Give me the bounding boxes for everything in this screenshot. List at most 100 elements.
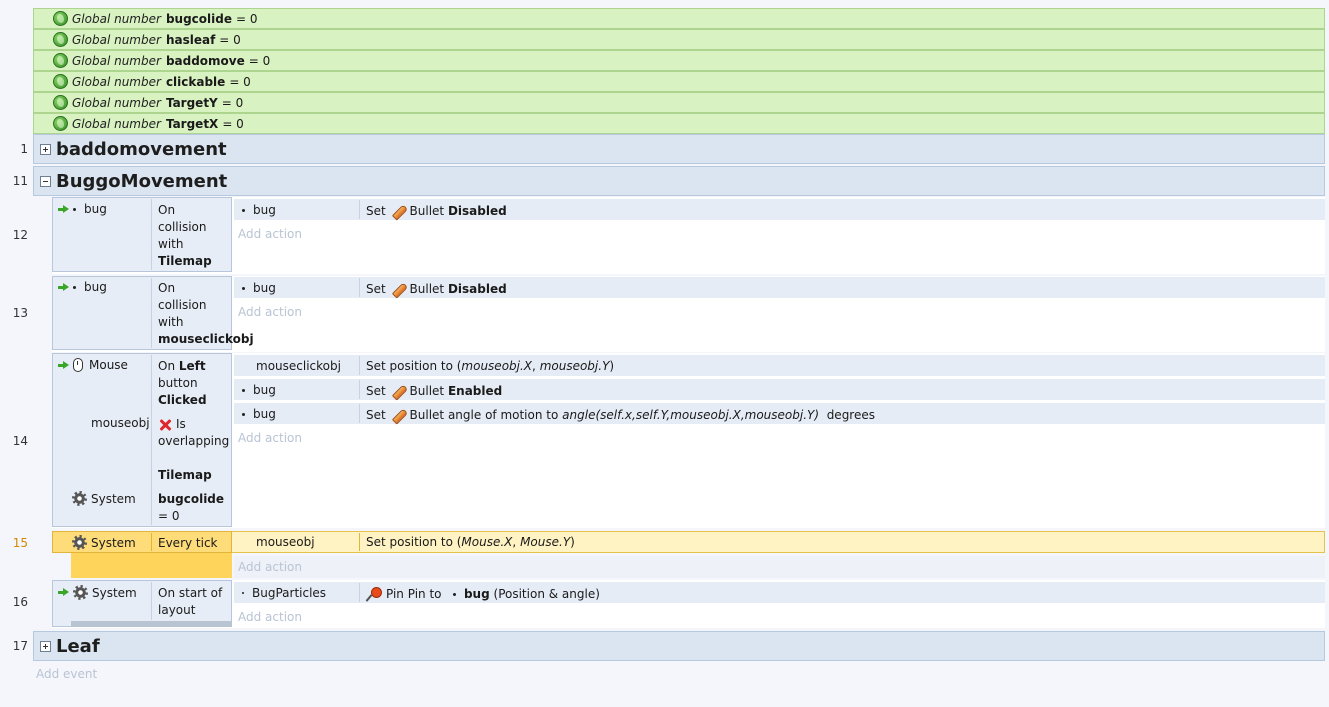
action-object[interactable]: bug xyxy=(242,203,276,217)
bullet-behavior-icon xyxy=(390,383,406,399)
action-text[interactable]: Set position to ( mouseobj.X , mouseobj.… xyxy=(366,359,614,373)
object-name: mouseobj xyxy=(256,535,315,549)
action-text[interactable]: Set Bullet Disabled xyxy=(366,203,507,219)
object-name: Mouse xyxy=(89,358,128,372)
cond-line: On xyxy=(158,359,176,373)
var-name: hasleaf xyxy=(165,32,216,47)
divider xyxy=(151,582,152,620)
var-name: baddomove xyxy=(165,53,245,68)
punct: ) xyxy=(609,359,615,373)
var-type: Global number xyxy=(72,11,161,26)
add-action-link[interactable]: Add action xyxy=(238,431,302,445)
expr: mouseobj.Y xyxy=(539,359,610,373)
cond-param: mouseclickobj xyxy=(158,332,254,346)
divider xyxy=(359,356,360,375)
condition-object[interactable]: System xyxy=(58,585,137,600)
add-action-link[interactable]: Add action xyxy=(238,560,302,574)
var-type: Global number xyxy=(72,32,161,47)
var-value: = 0 xyxy=(229,74,251,89)
condition-text[interactable]: Is overlapping Tilemap xyxy=(158,416,230,484)
global-var-row[interactable]: Global number hasleaf = 0 xyxy=(33,29,1325,50)
condition-text[interactable]: Every tick xyxy=(158,535,218,552)
add-event-link[interactable]: Add event xyxy=(36,667,97,681)
global-var-row[interactable]: Global number TargetX = 0 xyxy=(33,113,1325,134)
selected-event-row[interactable] xyxy=(52,531,1325,553)
object-name: BugParticles xyxy=(252,586,327,600)
behavior-name: Bullet angle of motion to xyxy=(409,408,559,422)
sprite-icon xyxy=(242,286,245,290)
expand-icon[interactable] xyxy=(40,640,51,652)
action-text[interactable]: Set Bullet Enabled xyxy=(366,383,502,399)
cond-line: with xyxy=(158,315,184,329)
punct: , xyxy=(532,359,536,373)
var-value: = 0 xyxy=(248,53,271,68)
group-title: BuggoMovement xyxy=(56,170,228,192)
action-value: Disabled xyxy=(447,282,507,296)
action-verb: Set xyxy=(366,282,386,296)
object-name: System xyxy=(91,491,136,506)
bullet-behavior-icon xyxy=(390,203,406,219)
add-action-link[interactable]: Add action xyxy=(238,305,302,319)
group-buggomovement[interactable]: BuggoMovement xyxy=(33,166,1325,196)
globe-icon xyxy=(53,95,68,110)
line-number: 16 xyxy=(12,595,28,609)
condition-object[interactable]: mouseobj xyxy=(91,416,150,430)
var-name: TargetX xyxy=(165,116,219,131)
mouse-icon xyxy=(73,358,83,372)
condition-text[interactable]: On start of layout xyxy=(158,585,230,619)
condition-object[interactable]: bug xyxy=(58,202,107,216)
selected-condition-area[interactable] xyxy=(71,553,232,578)
behavior-name: Bullet xyxy=(409,204,445,218)
var-type: Global number xyxy=(72,74,161,89)
add-action-link[interactable]: Add action xyxy=(238,227,302,241)
action-object[interactable]: bug xyxy=(242,383,276,397)
condition-text[interactable]: bugcolide = 0 xyxy=(158,491,230,525)
group-leaf[interactable]: Leaf xyxy=(33,631,1325,661)
line-number: 17 xyxy=(12,639,28,653)
action-object[interactable]: mouseclickobj xyxy=(256,359,341,373)
action-object[interactable]: bug xyxy=(242,281,276,295)
var-value: = 0 xyxy=(235,11,258,26)
collapse-icon[interactable] xyxy=(40,175,51,187)
expand-icon[interactable] xyxy=(40,143,51,155)
action-verb: Set xyxy=(366,384,386,398)
global-var-row[interactable]: Global number baddomove = 0 xyxy=(33,50,1325,71)
divider xyxy=(359,200,360,219)
action-text[interactable]: Set Bullet angle of motion to angle(self… xyxy=(366,407,875,423)
cond-line: Is xyxy=(176,417,186,431)
global-var-row[interactable]: Global number TargetY = 0 xyxy=(33,92,1325,113)
condition-text[interactable]: On collision with Tilemap xyxy=(158,202,230,270)
condition-text[interactable]: On Left button Clicked xyxy=(158,358,230,409)
condition-object[interactable]: Mouse xyxy=(58,358,128,372)
gear-icon xyxy=(73,585,88,600)
divider xyxy=(359,404,360,423)
group-baddomovement[interactable]: baddomovement xyxy=(33,134,1325,164)
line-number: 14 xyxy=(12,434,28,448)
pin-mode: (Position & angle) xyxy=(493,587,600,601)
add-action-link[interactable]: Add action xyxy=(238,610,302,624)
sprite-icon xyxy=(73,207,76,211)
global-var-row[interactable]: Global number clickable = 0 xyxy=(33,71,1325,92)
var-type: Global number xyxy=(72,116,161,131)
object-name: System xyxy=(92,585,137,600)
condition-object[interactable]: System xyxy=(72,491,136,506)
action-text[interactable]: Set Bullet Disabled xyxy=(366,281,507,297)
cond-line: = 0 xyxy=(158,509,180,523)
divider xyxy=(151,199,152,270)
trigger-arrow-icon xyxy=(58,282,69,292)
action-object[interactable]: BugParticles xyxy=(242,586,326,600)
condition-object[interactable]: bug xyxy=(58,280,107,294)
condition-object[interactable]: System xyxy=(72,535,136,550)
cond-param: Left xyxy=(178,359,206,373)
unit: degrees xyxy=(826,408,875,422)
globe-icon xyxy=(53,11,68,26)
target-object: bug xyxy=(463,587,490,601)
action-verb: Set xyxy=(366,408,386,422)
global-var-row[interactable]: Global number bugcolide = 0 xyxy=(33,8,1325,29)
action-object[interactable]: mouseobj xyxy=(256,535,315,549)
var-name: bugcolide xyxy=(165,11,232,26)
action-text[interactable]: Pin Pin to bug (Position & angle) xyxy=(366,586,600,602)
cond-line: layout xyxy=(158,603,196,617)
action-object[interactable]: bug xyxy=(242,407,276,421)
action-text[interactable]: Set position to ( Mouse.X , Mouse.Y ) xyxy=(366,535,575,549)
